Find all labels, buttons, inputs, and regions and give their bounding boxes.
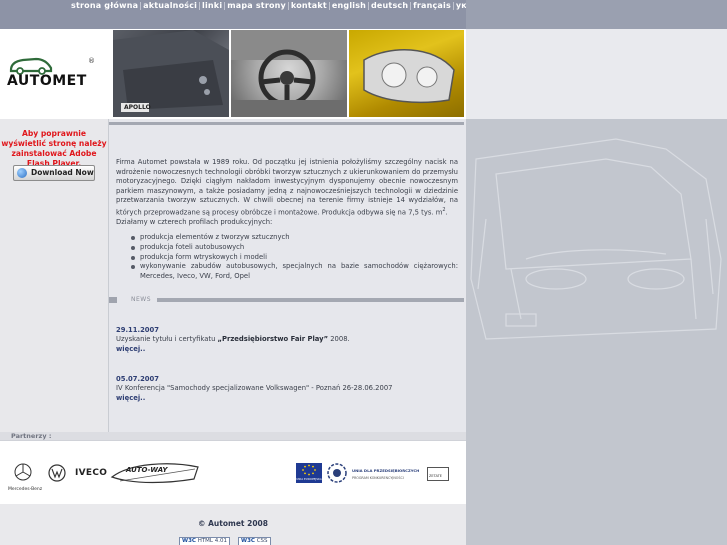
content-top-divider xyxy=(109,122,464,125)
nav-item[interactable]: français xyxy=(413,1,451,10)
program-emblem-icon xyxy=(327,463,347,483)
sector-program-logo[interactable]: UNIA DLA PRZEDSIĘBIORCZYCH PROGRAM KONKU… xyxy=(352,468,424,480)
sector-line-1: UNIA DLA PRZEDSIĘBIORCZYCH xyxy=(352,468,420,473)
right-background xyxy=(466,0,727,545)
intro-paragraph: Firma Automet powstała w 1989 roku. Od p… xyxy=(116,158,458,226)
main-content: Firma Automet powstała w 1989 roku. Od p… xyxy=(109,119,466,432)
nav-item[interactable]: deutsch xyxy=(371,1,408,10)
news-marker xyxy=(109,297,117,303)
download-icon xyxy=(17,168,27,178)
nav-item[interactable]: aktualności xyxy=(143,1,197,10)
news-more-link[interactable]: więcej.. xyxy=(116,394,456,403)
autoway-logo[interactable]: AUTO-WAY xyxy=(110,461,200,487)
mercedes-logo[interactable]: Mercedes-Benz xyxy=(8,463,43,492)
photo-bus-front: APOLLO xyxy=(113,30,229,117)
car-logo-icon xyxy=(9,57,53,75)
automet-logo[interactable]: AUTOMET ® xyxy=(6,55,98,91)
nav-item[interactable]: english xyxy=(332,1,366,10)
right-header-panel xyxy=(466,29,727,119)
eu-flag-logo[interactable]: UNIA EUROPEJSKA xyxy=(296,463,322,483)
mercedes-star-icon xyxy=(14,463,32,481)
apollo-plate: APOLLO xyxy=(124,104,151,111)
zetate-label: ZETATE xyxy=(429,474,442,478)
nav-item[interactable]: linki xyxy=(202,1,222,10)
vw-icon xyxy=(48,464,66,482)
autoway-bus-icon xyxy=(110,463,199,484)
left-sidebar: Aby poprawnie wyświetlić stronę należy z… xyxy=(0,119,108,432)
news-item: 29.11.2007 Uzyskanie tytułu i certyfikat… xyxy=(116,326,456,354)
news-section-header: NEWS xyxy=(109,296,466,304)
bus-outline-drawing xyxy=(470,138,722,340)
news-text: Uzyskanie tytułu i certyfikatu „Przedsię… xyxy=(116,335,350,344)
news-text: IV Konferencja "Samochody specjalizowane… xyxy=(116,384,393,393)
company-intro: Firma Automet powstała w 1989 roku. Od p… xyxy=(116,158,458,281)
vw-logo[interactable] xyxy=(48,464,66,486)
logo-wordmark: AUTOMET xyxy=(7,73,87,89)
w3c-html-badge[interactable]: W3C HTML 4.01 xyxy=(179,537,230,545)
registered-mark: ® xyxy=(88,57,95,65)
list-item: produkcja form wtryskowych i modeli xyxy=(130,253,458,263)
list-item: produkcja foteli autobusowych xyxy=(130,243,458,253)
photo-steering-wheel xyxy=(231,30,347,117)
page-footer: © Automet 2008 W3C HTML 4.01 W3C CSS xyxy=(0,504,466,545)
eu-label: UNIA EUROPEJSKA xyxy=(296,477,322,481)
copyright-text: © Automet 2008 xyxy=(198,519,268,528)
partners-logos: Mercedes-Benz IVECO AUTO-WAY UNIA EUROPE… xyxy=(0,440,466,504)
zetate-logo[interactable]: ZETATE xyxy=(427,467,449,481)
download-button-label: Download Now xyxy=(31,168,94,177)
partners-strip xyxy=(0,432,466,440)
news-date: 05.07.2007 xyxy=(116,375,159,383)
news-divider xyxy=(157,298,464,302)
top-navigation: strona główna|aktualności|linki|mapa str… xyxy=(0,0,508,29)
w3c-css-badge[interactable]: W3C CSS xyxy=(238,537,271,545)
list-item: wykonywanie zabudów autobusowych, specja… xyxy=(130,262,458,281)
download-flash-button[interactable]: Download Now xyxy=(13,165,95,181)
autoway-label: AUTO-WAY xyxy=(126,466,168,474)
production-profiles-list: produkcja elementów z tworzyw sztucznych… xyxy=(116,233,458,281)
nav-item[interactable]: strona główna xyxy=(71,1,138,10)
sector-program-emblem xyxy=(326,462,348,488)
news-more-link[interactable]: więcej.. xyxy=(116,345,456,354)
list-item: produkcja elementów z tworzyw sztucznych xyxy=(130,233,458,243)
nav-menu: strona główna|aktualności|linki|mapa str… xyxy=(71,1,509,10)
iveco-logo[interactable]: IVECO xyxy=(75,468,107,478)
nav-item[interactable]: kontakt xyxy=(291,1,327,10)
sector-line-2: PROGRAM KONKURENCYJNOŚCI xyxy=(352,476,404,480)
news-label: NEWS xyxy=(131,296,152,303)
mercedes-label: Mercedes-Benz xyxy=(8,487,43,492)
news-date: 29.11.2007 xyxy=(116,326,159,334)
flash-player-warning: Aby poprawnie wyświetlić stronę należy z… xyxy=(1,129,107,168)
nav-item[interactable]: mapa strony xyxy=(227,1,286,10)
site-header: AUTOMET ® APOLLO xyxy=(0,29,466,119)
photo-headlight xyxy=(349,30,464,117)
partners-title: Partnerzy : xyxy=(11,432,52,440)
news-item: 05.07.2007 IV Konferencja "Samochody spe… xyxy=(116,375,456,403)
